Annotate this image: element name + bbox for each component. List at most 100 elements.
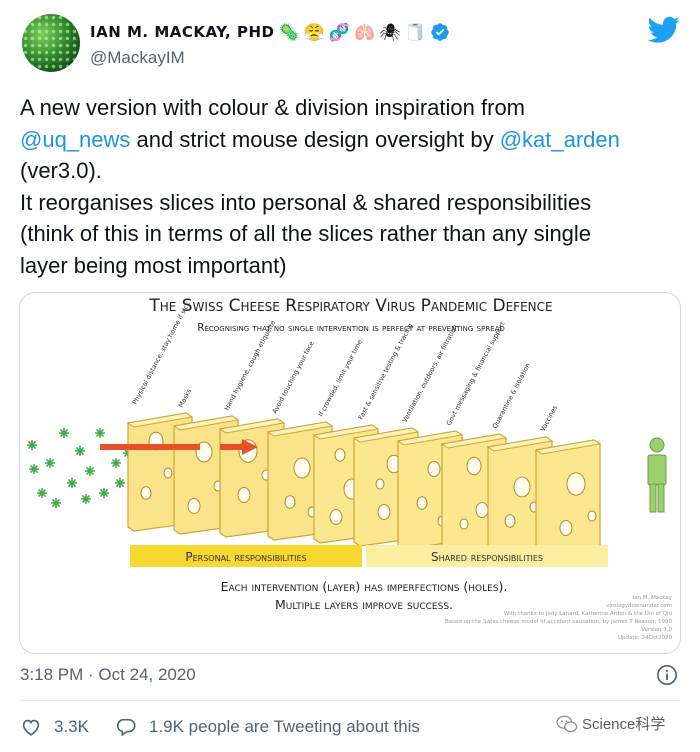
credit-line: With thanks to Jody Lanard, Katherine Ar… [504,611,672,617]
twitter-bird-icon[interactable] [648,16,680,44]
personal-responsibilities-label: Personal responsibilities [185,550,306,564]
slice-label: Ventilation, outdoors, air filtration [401,323,460,424]
infographic-title: The Swiss Cheese Respiratory Virus Pande… [148,296,552,316]
credit-line: Based on the Swiss cheese model of accid… [445,619,673,625]
cheese-hole [293,457,311,479]
cheese-hole [587,510,597,522]
cheese-slice-face [535,439,601,559]
cheese-hole [187,498,201,514]
cheese-hole [140,486,152,500]
credit-line: virologydownunder.com [606,603,672,609]
infographic-credits: Ian M. Mackay virologydownunder.com With… [445,595,673,641]
spider-emoji-icon: 🕷 [379,22,401,42]
tweet-text-segment: and strict mouse design oversight by [130,126,500,152]
heart-icon [22,719,40,736]
credit-line: Version 3.0 [641,627,672,633]
cheese-hole [475,502,489,518]
author-avatar[interactable] [22,14,80,72]
author-handle[interactable]: @MackayIM [90,48,185,68]
credit-line: Update: 24Oct2020 [618,635,673,641]
slice-label: Quarantine & isolation [491,362,532,430]
person-icon [647,437,667,513]
tweet-timestamp[interactable]: 3:18 PM · Oct 24, 2020 [20,665,196,685]
virus-particle [81,494,91,504]
info-icon[interactable] [656,664,678,686]
tweet-text-line: layer being most important) [20,250,684,282]
virus-particle [67,478,77,488]
tweet-text-line: @uq_news and strict mouse design oversig… [20,124,684,156]
cheese-hole [427,461,441,477]
cheese-hole [329,509,343,525]
tweet-text-segment: layer being most important) [20,252,287,278]
lungs-emoji-icon: 🫁 [353,22,376,42]
tweet-text-line: (think of this in terms of all the slice… [20,218,684,250]
tweeting-about-link[interactable]: 1.9K people are Tweeting about this [115,716,420,738]
cheese-slice [534,439,602,559]
virus-particle [29,464,39,474]
cheese-hole [334,448,346,462]
virus-particle [75,446,85,456]
cheese-hole [284,495,296,509]
virus-particle [111,458,121,468]
virus-particle [85,466,95,476]
credit-line: Ian M. Mackay [633,595,673,601]
wechat-logo-icon [556,715,578,732]
slice-label: Vaccines [539,404,560,433]
author-name-row[interactable]: IAN M. MACKAY, PHD 🦠 😤 🧬 🫁 🕷 🧻 [90,20,450,44]
dna-emoji-icon: 🧬 [328,22,350,42]
steam-face-emoji-icon: 😤 [303,22,325,42]
tweet-media-image[interactable]: The Swiss Cheese Respiratory Virus Pande… [19,292,681,654]
cheese-hole [459,518,469,530]
cheese-hole [504,514,516,528]
infographic-caption-1: Each intervention (layer) has imperfecti… [221,579,508,594]
like-button[interactable]: 3.3K [20,716,89,738]
virus-particle [95,428,105,438]
virus-particle [45,458,55,468]
tweet-text-segment: A new version with colour & division ins… [20,95,526,120]
virus-particle [37,488,47,498]
cheese-hole [416,496,428,510]
virus-path-arrow [220,444,244,450]
tweeting-about-text: 1.9K people are Tweeting about this [148,717,420,736]
virus-particle [59,428,69,438]
footer-divider [20,700,680,701]
tweet-text-segment: (think of this in terms of all the slice… [20,221,592,247]
cheese-hole [513,476,531,498]
watermark-text: Science科学 [582,716,666,733]
cheese-hole [163,467,173,479]
cheese-hole [559,520,573,536]
like-count: 3.3K [54,717,89,736]
tweet-text-line: A new version with colour & division ins… [20,92,684,124]
tweet-card: IAN M. MACKAY, PHD 🦠 😤 🧬 🫁 🕷 🧻 @MackayIM… [0,0,700,752]
cheese-hole [466,456,482,476]
microbe-emoji-icon: 🦠 [278,22,300,42]
tweet-text: A new version with colour & division ins… [20,92,684,282]
cheese-hole [566,472,586,496]
cheese-hole [377,504,391,520]
tweet-text-segment: (ver3.0). [20,158,102,184]
toilet-paper-emoji-icon: 🧻 [404,22,426,42]
virus-particle [99,488,109,498]
mention-uq-news-link[interactable]: @uq_news [20,127,130,152]
cheese-hole [375,478,385,490]
slice-label: Fast & sensitive testing & tracing [357,322,415,421]
shared-responsibilities-label: Shared responsibilities [431,550,543,564]
mention-kat-arden-link[interactable]: @kat_arden [500,127,620,152]
tweet-text-segment: It reorganises slices into personal & sh… [20,189,592,215]
cheese-hole [237,487,251,503]
tweet-text-line: (ver3.0). [20,155,684,187]
slice-label: Masks [177,387,194,409]
virus-particle [115,478,125,488]
slice-label: Physical distance, stay home if sick [131,300,192,406]
virus-path-arrow [100,444,200,450]
author-display-name[interactable]: IAN M. MACKAY, PHD [90,23,274,41]
speech-bubble-icon [116,718,136,737]
virus-particle [27,440,37,450]
slice-label: Avoid touching your face [271,340,316,415]
swiss-cheese-infographic: The Swiss Cheese Respiratory Virus Pande… [27,296,673,641]
slice-label: If crowded, limit your time [317,338,364,418]
infographic-caption-2: Multiple layers improve success. [275,597,453,612]
slice-labels: Physical distance, stay home if sickMask… [131,300,560,433]
tweet-actions: 3.3K 1.9K people are Tweeting about this [20,714,446,740]
virus-particle [51,498,61,508]
